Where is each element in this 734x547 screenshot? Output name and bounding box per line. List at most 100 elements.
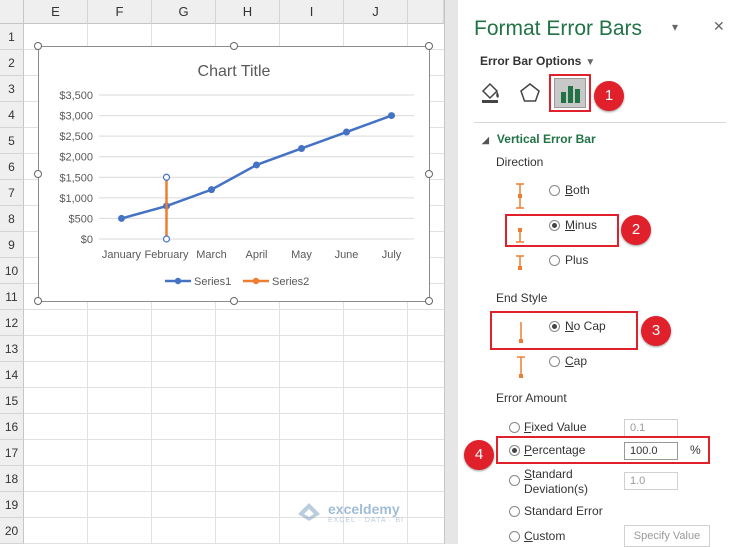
standard-deviation-option-line1[interactable]: Standard	[524, 467, 573, 481]
column-header-h[interactable]: H	[216, 0, 280, 24]
y-tick-label: $1,500	[59, 172, 93, 184]
row-header[interactable]: 1	[0, 24, 24, 50]
standard-error-radio[interactable]	[509, 506, 520, 517]
chart-object[interactable]: Chart Title $3,500 $3,000 $2,500 $2,000 $1,5…	[38, 46, 430, 302]
row-header[interactable]: 12	[0, 310, 24, 336]
row-header[interactable]: 18	[0, 466, 24, 492]
series1-point	[343, 128, 350, 136]
row-header[interactable]: 20	[0, 518, 24, 544]
error-bar-selection-handle-bottom	[162, 235, 171, 243]
both-radio[interactable]	[549, 185, 560, 196]
y-tick-label: $2,000	[59, 152, 93, 164]
fixed-value-radio[interactable]	[509, 422, 520, 433]
plus-radio[interactable]	[549, 255, 560, 266]
x-tick-label: March	[196, 249, 227, 261]
pane-title: Format Error Bars	[474, 17, 643, 40]
fixed-value-option[interactable]: Fixed Value	[524, 420, 587, 434]
series1-point	[118, 214, 125, 222]
pane-menu-icon[interactable]: ▾	[672, 20, 678, 34]
row-header[interactable]: 4	[0, 102, 24, 128]
watermark-tagline: EXCEL · DATA · BI	[328, 516, 404, 524]
row-header[interactable]: 9	[0, 232, 24, 258]
fill-line-tab[interactable]	[474, 78, 506, 108]
section-vertical-error-bar[interactable]: ◢ Vertical Error Bar	[482, 132, 596, 146]
watermark-name: exceldemy	[328, 500, 400, 517]
resize-handle-w[interactable]	[34, 170, 42, 178]
column-header-e[interactable]: E	[24, 0, 88, 24]
legend-label: Series2	[272, 276, 309, 288]
step-badge-3: 3	[641, 316, 671, 346]
select-all-corner[interactable]	[0, 0, 24, 24]
resize-handle-sw[interactable]	[34, 297, 42, 305]
row-header[interactable]: 8	[0, 206, 24, 232]
chart-title[interactable]: Chart Title	[198, 63, 271, 80]
exceldemy-logo-icon	[298, 503, 320, 521]
collapse-triangle-icon: ◢	[482, 135, 489, 145]
row-header[interactable]: 19	[0, 492, 24, 518]
pane-divider[interactable]	[444, 0, 458, 544]
row-header[interactable]: 15	[0, 388, 24, 414]
chevron-down-icon: ▼	[585, 57, 596, 68]
both-direction-icon	[516, 183, 524, 209]
legend-marker	[174, 277, 182, 285]
resize-handle-nw[interactable]	[34, 42, 42, 50]
column-header-j[interactable]: J	[344, 0, 408, 24]
legend: Series1 Series2	[165, 276, 309, 288]
row-header[interactable]: 11	[0, 284, 24, 310]
paint-bucket-icon	[481, 82, 499, 103]
column-header-f[interactable]: F	[88, 0, 152, 24]
effects-tab[interactable]	[514, 78, 546, 108]
resize-handle-e[interactable]	[425, 170, 433, 178]
error-bar-options-dropdown[interactable]: Error Bar Options ▼	[480, 54, 595, 68]
row-header[interactable]: 7	[0, 180, 24, 206]
legend-label: Series1	[194, 276, 231, 288]
line-chart: Chart Title $3,500 $3,000 $2,500 $2,000 $1,5…	[59, 63, 414, 288]
y-tick-label: $2,500	[59, 131, 93, 143]
row-header[interactable]: 17	[0, 440, 24, 466]
custom-option[interactable]: Custom	[524, 529, 565, 543]
resize-handle-s[interactable]	[230, 297, 238, 305]
standard-error-option[interactable]: Standard Error	[524, 504, 603, 518]
custom-radio[interactable]	[509, 531, 520, 542]
step-badge-4: 4	[464, 440, 494, 470]
close-icon[interactable]: ✕	[713, 18, 725, 35]
row-header[interactable]: 14	[0, 362, 24, 388]
y-tick-label: $500	[69, 213, 93, 225]
series1-point	[208, 186, 215, 194]
cap-option[interactable]: Cap	[565, 354, 587, 368]
x-tick-label: May	[291, 249, 312, 261]
standard-deviation-input[interactable]: 1.0	[624, 472, 678, 490]
cap-icon	[517, 356, 525, 378]
resize-handle-ne[interactable]	[425, 42, 433, 50]
highlight-box-1	[549, 74, 591, 112]
column-header-g[interactable]: G	[152, 0, 216, 24]
column-header-partial	[408, 0, 444, 24]
plus-direction-icon	[516, 255, 524, 270]
x-tick-label: July	[382, 249, 402, 261]
x-tick-label: February	[144, 249, 189, 261]
series1-point	[253, 161, 260, 169]
resize-handle-se[interactable]	[425, 297, 433, 305]
column-header-i[interactable]: I	[280, 0, 344, 24]
x-tick-labels: January February March April May June July	[102, 249, 402, 261]
standard-deviation-option-line2[interactable]: Deviation(s)	[524, 482, 588, 496]
format-error-bars-pane: Format Error Bars ▾ ✕ Error Bar Options ▼…	[458, 0, 734, 547]
standard-deviation-radio[interactable]	[509, 475, 520, 486]
end-style-label: End Style	[496, 291, 548, 305]
highlight-box-4	[496, 436, 710, 464]
error-amount-label: Error Amount	[496, 391, 567, 405]
row-header[interactable]: 16	[0, 414, 24, 440]
cap-radio[interactable]	[549, 356, 560, 367]
row-header[interactable]: 2	[0, 50, 24, 76]
row-header[interactable]: 10	[0, 258, 24, 284]
row-header[interactable]: 6	[0, 154, 24, 180]
resize-handle-n[interactable]	[230, 42, 238, 50]
row-header[interactable]: 3	[0, 76, 24, 102]
series1-point	[388, 112, 395, 120]
fixed-value-input[interactable]: 0.1	[624, 419, 678, 437]
row-header[interactable]: 5	[0, 128, 24, 154]
plus-option[interactable]: Plus	[565, 253, 588, 267]
row-header[interactable]: 13	[0, 336, 24, 362]
both-option[interactable]: Both	[565, 183, 590, 197]
y-tick-label: $1,000	[59, 193, 93, 205]
